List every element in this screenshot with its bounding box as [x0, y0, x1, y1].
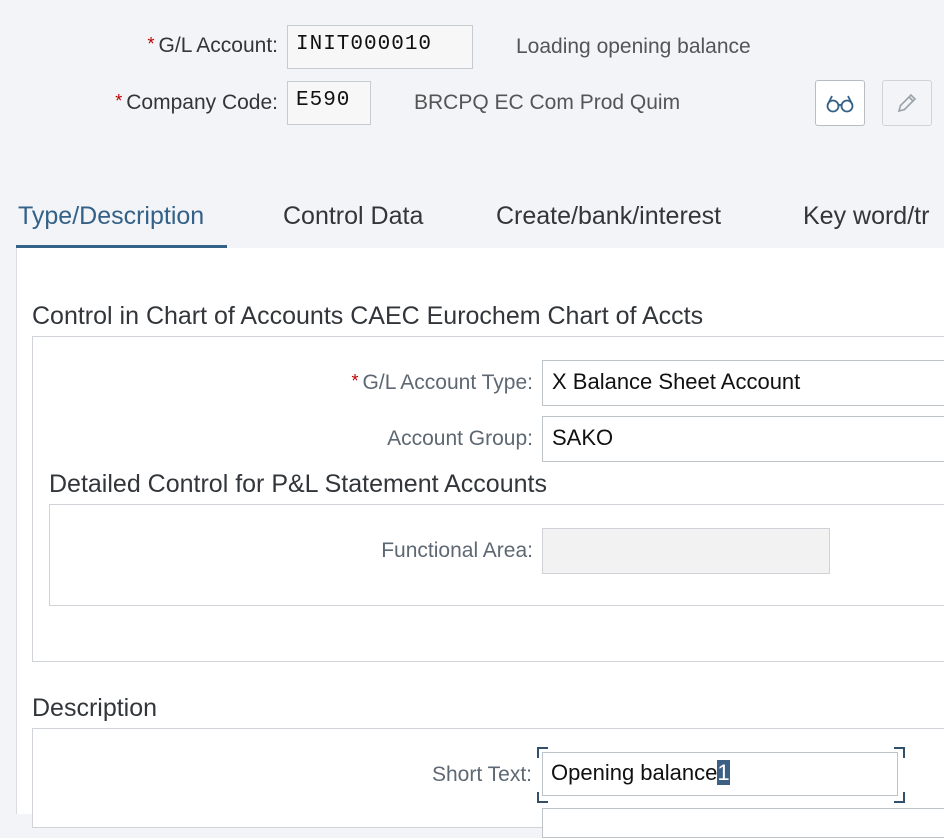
- tab-key-word[interactable]: Key word/tr: [803, 202, 929, 231]
- short-text-selection: 1: [717, 760, 730, 785]
- gl-account-field[interactable]: INIT000010: [287, 25, 473, 69]
- company-code-description: BRCPQ EC Com Prod Quim: [414, 91, 681, 114]
- required-marker: *: [115, 91, 123, 111]
- account-type-select[interactable]: X Balance Sheet Account: [542, 360, 944, 406]
- description-section-title: Description: [32, 694, 158, 722]
- edit-button[interactable]: [882, 80, 932, 126]
- control-section-title: Control in Chart of Accounts CAEC Euroch…: [32, 302, 704, 330]
- tab-create-bank-interest[interactable]: Create/bank/interest: [496, 202, 721, 231]
- focus-corner-br: [894, 792, 905, 803]
- short-text-input[interactable]: Opening balance1: [542, 752, 898, 796]
- pl-section-title: Detailed Control for P&L Statement Accou…: [49, 470, 547, 498]
- gl-account-description: Loading opening balance: [516, 35, 751, 58]
- required-marker: *: [147, 34, 155, 54]
- glasses-icon: [826, 95, 854, 113]
- tab-control-data[interactable]: Control Data: [283, 202, 423, 231]
- focus-corner-tl: [537, 747, 548, 758]
- gl-account-label: * G/L Account:: [100, 34, 278, 58]
- long-text-input[interactable]: [542, 808, 944, 838]
- short-text-label: Short Text:: [432, 763, 532, 786]
- required-marker: *: [351, 371, 359, 391]
- pencil-icon: [897, 93, 917, 113]
- display-button[interactable]: [815, 80, 865, 126]
- account-type-label: * G/L Account Type:: [260, 371, 533, 395]
- functional-area-label: Functional Area:: [381, 539, 533, 562]
- company-code-label: * Company Code:: [60, 91, 278, 115]
- functional-area-field[interactable]: [542, 528, 830, 574]
- company-code-label-text: Company Code:: [126, 91, 278, 114]
- tab-type-description[interactable]: Type/Description: [18, 202, 204, 231]
- account-group-label: Account Group:: [387, 427, 533, 450]
- short-text-value: Opening balance: [551, 760, 718, 785]
- account-group-field[interactable]: SAKO: [542, 416, 944, 462]
- gl-account-label-text: G/L Account:: [158, 34, 278, 57]
- focus-corner-tr: [894, 747, 905, 758]
- focus-corner-bl: [537, 792, 548, 803]
- account-type-label-text: G/L Account Type:: [362, 371, 533, 394]
- company-code-field[interactable]: E590: [287, 81, 371, 125]
